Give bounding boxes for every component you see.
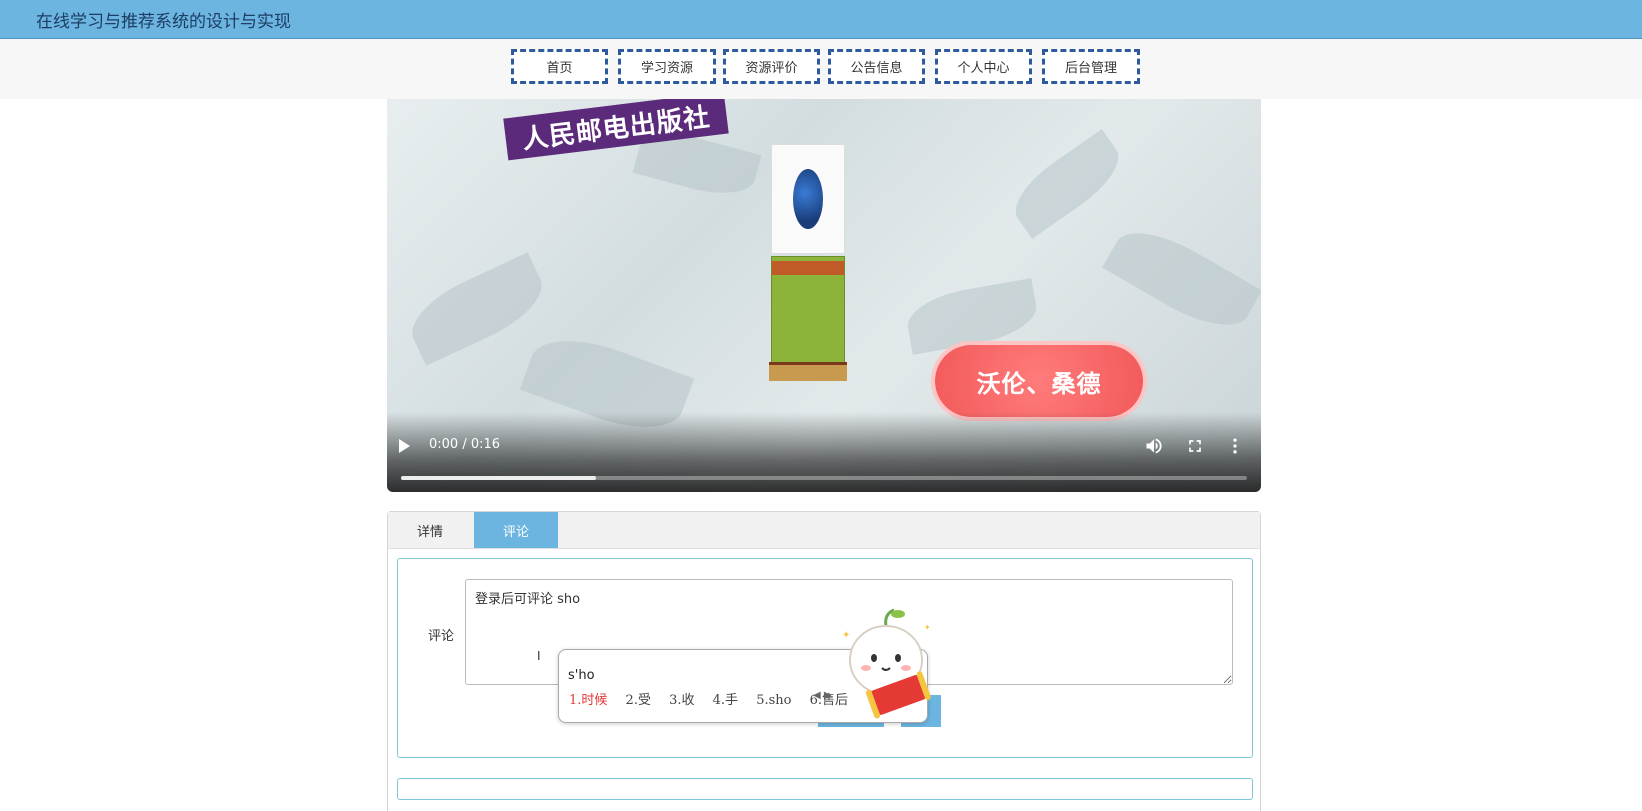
nav-item-learning-resources[interactable]: 学习资源 [618,49,716,84]
comment-list [397,778,1253,800]
leaf-decoration [903,278,1041,355]
ime-candidate[interactable]: 5.sho [756,693,791,708]
play-icon[interactable] [399,439,410,453]
ime-candidate[interactable]: 1.时候 [569,693,607,708]
nav-item-personal-center[interactable]: 个人中心 [935,49,1032,84]
nav-item-home[interactable]: 首页 [511,49,608,84]
nav-item-announcements[interactable]: 公告信息 [828,49,925,84]
ime-mascot-icon: ✦ ✦ [842,608,931,719]
ime-page-arrows-icon[interactable]: ◀ ▶ [813,690,832,701]
tab-bar: 详情 评论 [388,512,1260,549]
volume-icon[interactable] [1144,436,1164,456]
ime-candidate[interactable]: 2.受 [626,693,651,708]
ime-input-text: s'ho [568,668,595,683]
book-stack-image [769,144,847,382]
tab-comments[interactable]: 评论 [474,512,558,548]
site-title: 在线学习与推荐系统的设计与实现 [36,12,291,32]
svg-text:✦: ✦ [924,623,931,632]
leaf-decoration [1003,129,1131,239]
time-display: 0:00 / 0:16 [429,437,501,452]
book-base [769,362,847,381]
comment-label: 评论 [428,629,455,644]
tab-details[interactable]: 详情 [392,512,468,548]
nav-item-admin[interactable]: 后台管理 [1042,49,1140,84]
site-header: 在线学习与推荐系统的设计与实现 [0,0,1642,39]
video-player[interactable]: 人民邮电出版社 沃伦、桑德 0:00 / 0:16 [387,99,1261,492]
globe-icon [793,169,823,229]
ime-candidate[interactable]: 3.收 [669,693,694,708]
fullscreen-icon[interactable] [1185,436,1205,456]
video-controls: 0:00 / 0:16 [387,412,1261,492]
nav-bar: 首页 学习资源 资源评价 公告信息 个人中心 后台管理 [0,39,1642,99]
nav-item-resource-reviews[interactable]: 资源评价 [723,49,820,84]
progress-bar[interactable] [401,476,1247,480]
book-band [772,261,844,275]
text-cursor-icon: I [537,649,541,663]
leaf-decoration [1102,215,1261,343]
more-icon[interactable] [1225,436,1245,456]
svg-text:✦: ✦ [842,630,850,641]
author-bubble: 沃伦、桑德 [935,345,1143,417]
book-cover-green [771,256,845,364]
ime-candidate[interactable]: 4.手 [713,693,738,708]
book-cover-top [771,144,845,254]
progress-buffered [401,476,596,480]
leaf-decoration [400,252,554,366]
